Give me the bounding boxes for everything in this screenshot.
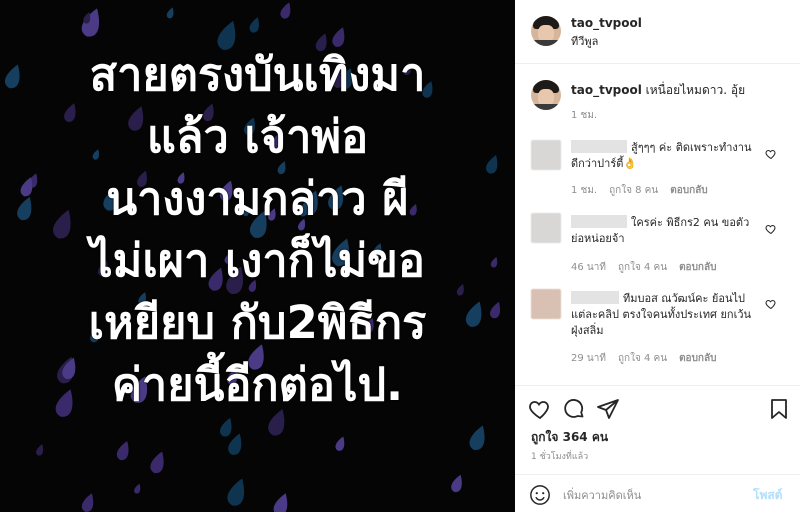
avatar[interactable] — [531, 80, 561, 110]
reply-button[interactable]: ตอบกลับ — [679, 353, 716, 364]
comment-text: สู้ๆๆๆ ค่ะ ติดเพราะทำงาน ดีกว่าปาร์ตี้👌 — [571, 140, 761, 172]
comment-box: โพสต์ — [515, 474, 800, 512]
raindrop-shape — [116, 440, 129, 460]
raindrop-shape — [134, 483, 141, 494]
raindrop-shape — [469, 425, 485, 450]
post-image-text: สายตรงบันเทิงมา แล้ว เจ้าพ่อ นางงามกล่าว… — [0, 44, 515, 416]
image-text-line: ไม่เผา เงาก็ไม่ขอ — [90, 234, 425, 287]
image-text-line: แล้ว เจ้าพ่อ — [146, 110, 369, 163]
header-location[interactable]: ทีวีพูล — [571, 32, 598, 50]
comment-likes[interactable]: ถูกใจ 4 คน — [618, 262, 667, 273]
like-heart-icon[interactable] — [528, 397, 552, 421]
image-text-line: สายตรงบันเทิงมา — [89, 48, 426, 101]
raindrop-shape — [227, 478, 245, 506]
image-text-line: เหยียบ กับ2พิธีกร — [88, 296, 427, 349]
raindrop-shape — [273, 493, 288, 512]
caption-username[interactable]: tao_tvpool — [571, 83, 642, 97]
comment-meta: 29 นาที ถูกใจ 4 คน ตอบกลับ — [571, 351, 728, 366]
comment-meta: 1 ชม. ถูกใจ 8 คน ตอบกลับ — [571, 183, 720, 198]
comment-username[interactable] — [571, 291, 619, 304]
heart-icon[interactable] — [765, 223, 777, 235]
raindrop-shape — [228, 433, 242, 455]
comment-time: 29 นาที — [571, 353, 606, 364]
like-count[interactable]: ถูกใจ 364 คน — [531, 428, 608, 447]
header-username[interactable]: tao_tvpool — [571, 16, 642, 30]
heart-icon[interactable] — [765, 298, 777, 310]
heart-icon[interactable] — [765, 148, 777, 160]
image-text-line: ค่ายนี้อีกต่อไป. — [111, 358, 404, 411]
raindrop-shape — [150, 451, 164, 474]
raindrop-shape — [335, 436, 345, 451]
raindrop-shape — [81, 493, 94, 512]
raindrop-shape — [220, 417, 232, 437]
comment-time: 46 นาที — [571, 262, 606, 273]
comment-bubble-icon[interactable] — [562, 397, 586, 421]
emoji-icon[interactable] — [529, 484, 551, 506]
share-paper-plane-icon[interactable] — [596, 397, 620, 421]
reply-button[interactable]: ตอบกลับ — [679, 262, 716, 273]
caption-body: เหนื่อยไหมดาว. อุ้ย — [645, 83, 746, 97]
comment-text: ใครค่ะ พิธีกร2 คน ขอตัวย่อหน่อยจ้า — [571, 215, 761, 247]
post-sidebar: tao_tvpool ทีวีพูล tao_tvpool เหนื่อยไหม… — [515, 0, 800, 512]
comment-meta: 46 นาที ถูกใจ 4 คน ตอบกลับ — [571, 260, 728, 275]
bookmark-icon[interactable] — [767, 397, 791, 421]
caption-time: 1 ชม. — [571, 110, 598, 121]
post-comment-button[interactable]: โพสต์ — [753, 486, 782, 505]
comment-time: 1 ชม. — [571, 185, 598, 196]
raindrop-shape — [36, 444, 44, 456]
raindrop-shape — [249, 17, 259, 33]
comment-text: ทีมบอส ณวัฒน์คะ ย้อนไปแต่ละคลิป ตรงใจคนท… — [571, 291, 761, 339]
avatar[interactable] — [531, 140, 561, 170]
comment-username[interactable] — [571, 140, 627, 153]
post-timestamp[interactable]: 1 ชั่วโมงที่แล้ว — [531, 449, 588, 463]
raindrop-shape — [280, 2, 291, 19]
image-text-line: นางงามกล่าว ผี — [106, 172, 409, 225]
post-actions: ถูกใจ 364 คน 1 ชั่วโมงที่แล้ว โพสต์ — [515, 385, 800, 512]
reply-button[interactable]: ตอบกลับ — [670, 185, 707, 196]
avatar[interactable] — [531, 289, 561, 319]
caption-text: tao_tvpool เหนื่อยไหมดาว. อุ้ย — [571, 82, 786, 99]
comment-username[interactable] — [571, 215, 627, 228]
avatar[interactable] — [531, 213, 561, 243]
comment-likes[interactable]: ถูกใจ 8 คน — [609, 185, 658, 196]
comment-input[interactable] — [563, 484, 743, 506]
avatar[interactable] — [531, 16, 561, 46]
raindrop-shape — [81, 8, 100, 37]
raindrop-shape — [451, 474, 462, 493]
raindrop-shape — [166, 7, 174, 19]
post-header: tao_tvpool ทีวีพูล — [515, 0, 800, 64]
post-image: สายตรงบันเทิงมา แล้ว เจ้าพ่อ นางงามกล่าว… — [0, 0, 515, 512]
comment-likes[interactable]: ถูกใจ 4 คน — [618, 353, 667, 364]
